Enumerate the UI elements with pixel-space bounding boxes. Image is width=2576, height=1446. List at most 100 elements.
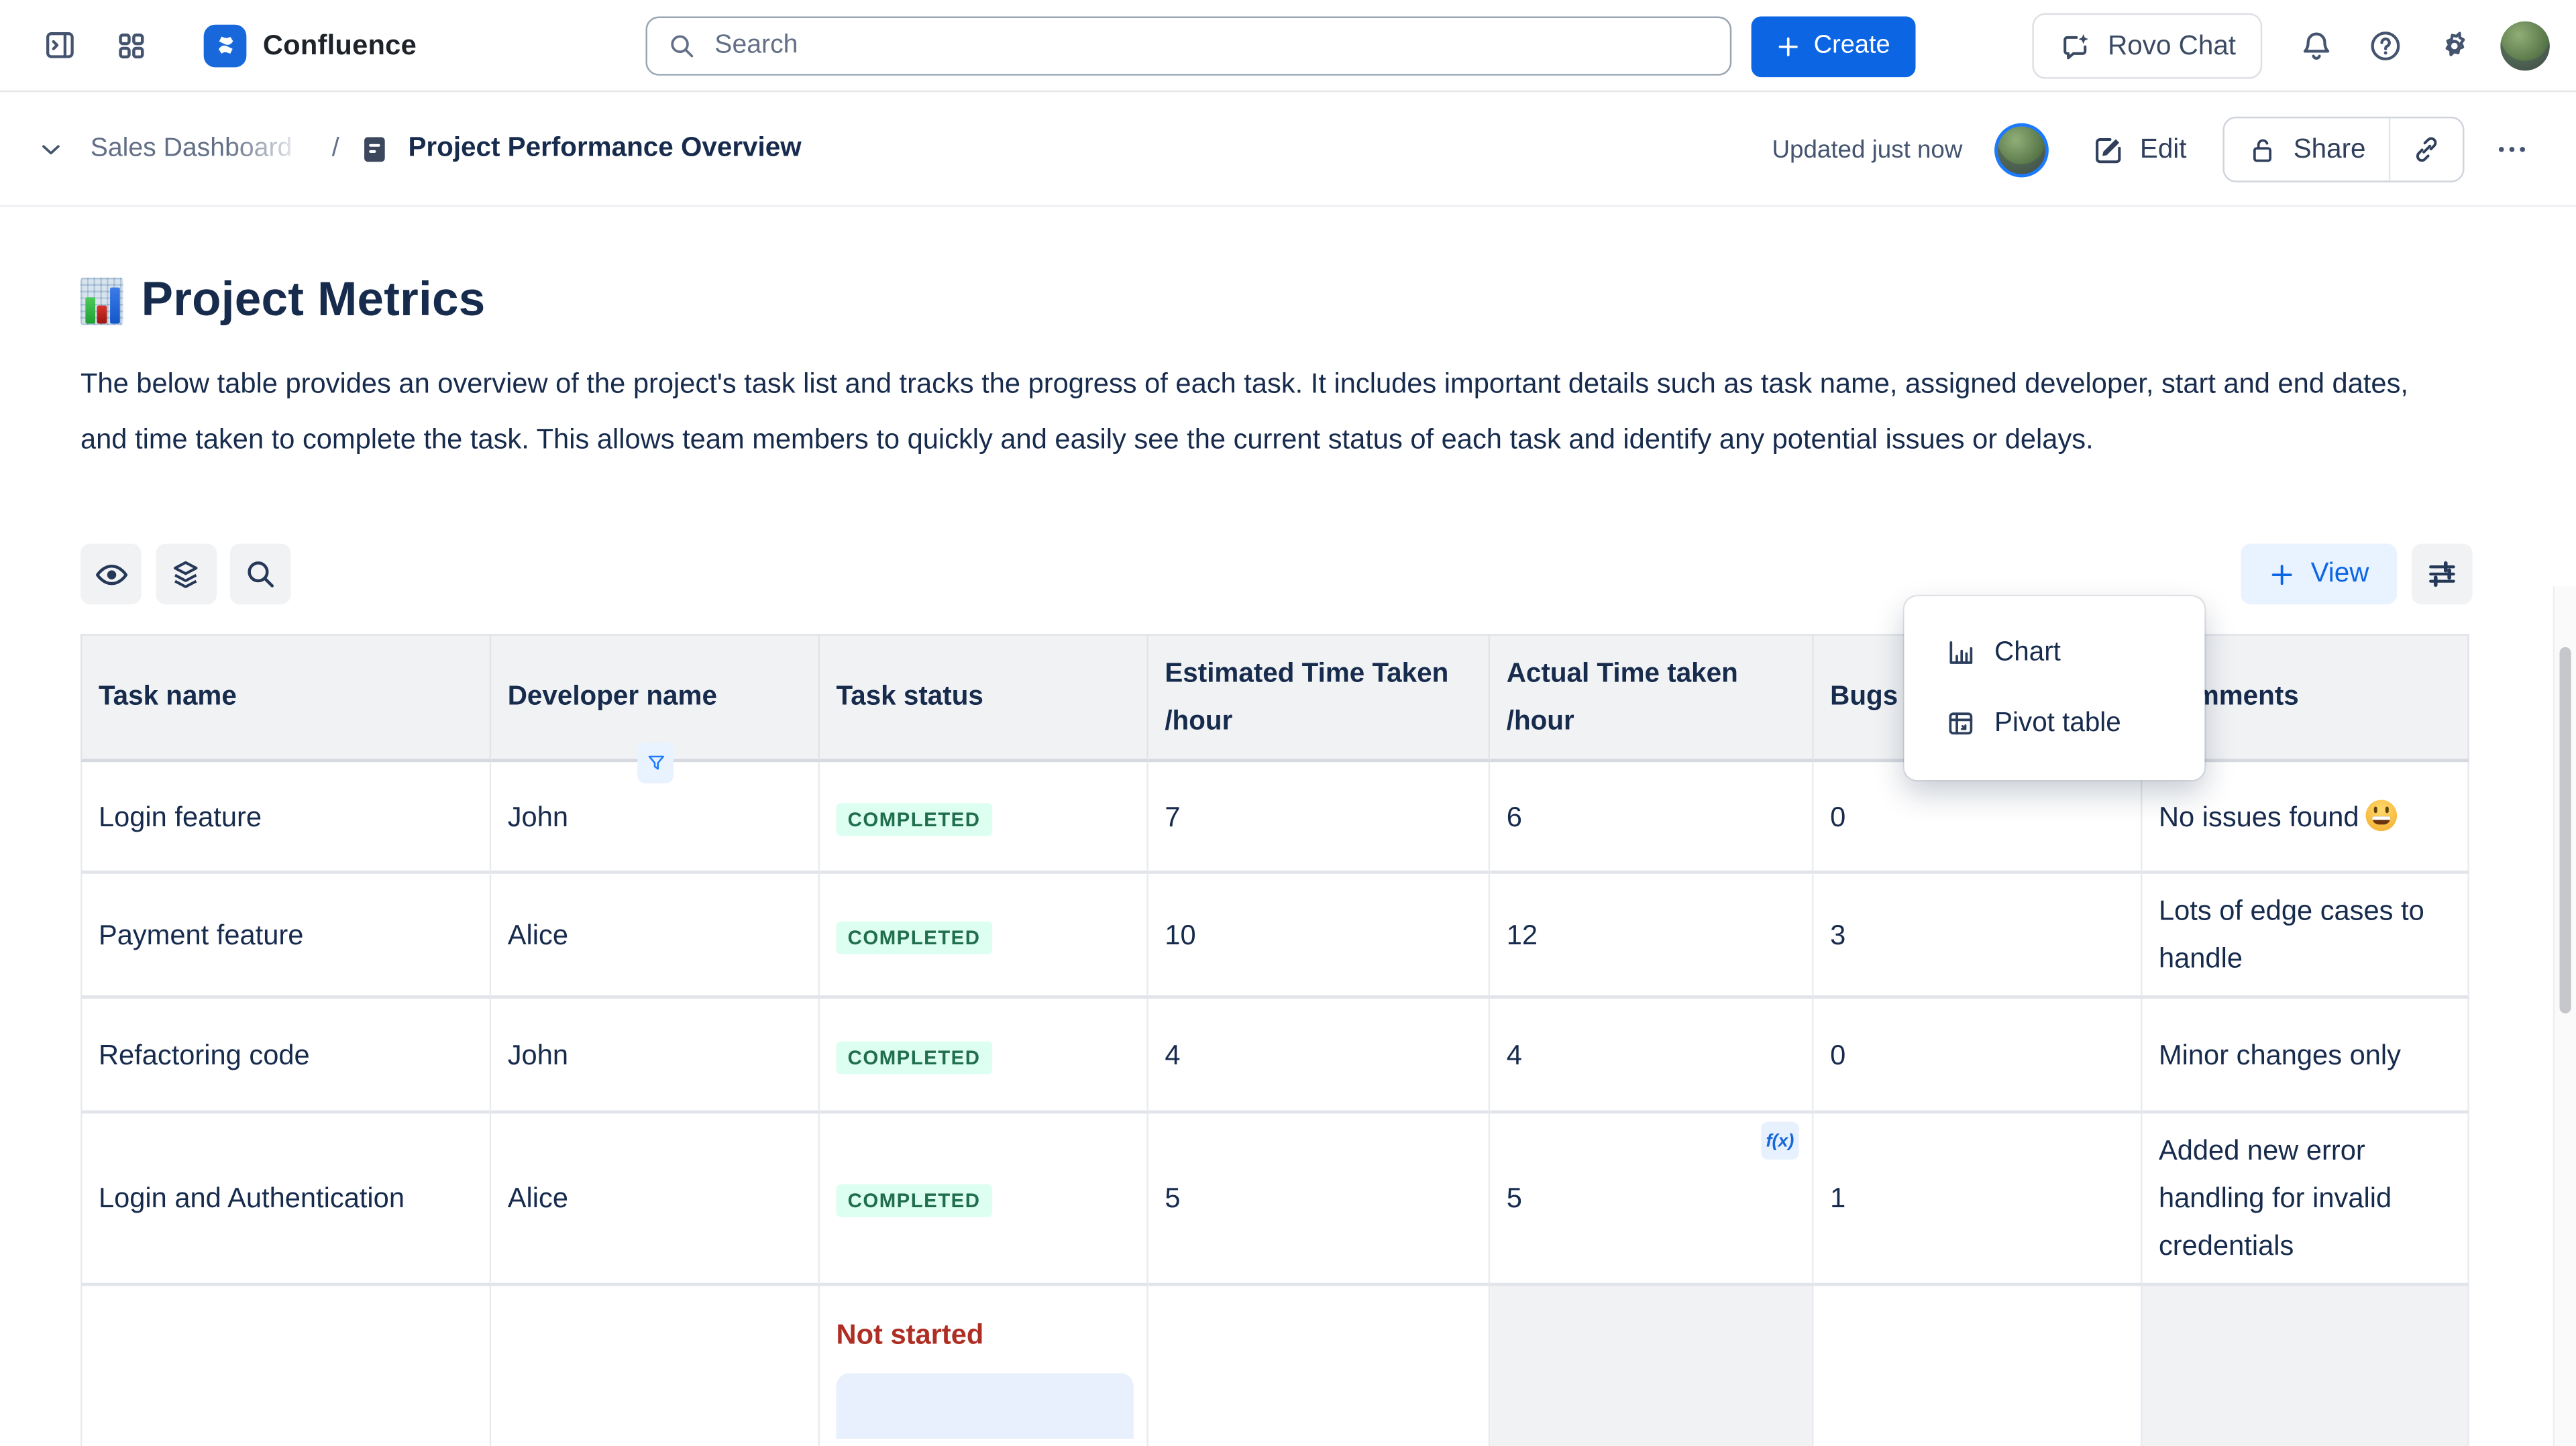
help-button[interactable]: [2357, 18, 2413, 74]
sidebar-toggle-button[interactable]: [33, 19, 85, 71]
top-navigation-bar: Confluence Create: [0, 0, 2576, 92]
page-content: Project Metrics The below table provides…: [0, 207, 2576, 467]
cell-estimated[interactable]: 5: [1148, 1113, 1490, 1286]
cell-actual[interactable]: 12: [1490, 874, 1813, 999]
search-input[interactable]: [711, 30, 1710, 62]
cell-task[interactable]: Refactoring code: [80, 999, 491, 1113]
cell-task[interactable]: Payment feature: [80, 874, 491, 999]
cell-estimated[interactable]: 7: [1148, 762, 1490, 874]
cell-comments[interactable]: Minor changes only: [2142, 999, 2469, 1113]
cell-estimated[interactable]: 4: [1148, 999, 1490, 1113]
plus-icon: [1776, 34, 1801, 58]
bar-chart-emoji: [80, 278, 123, 325]
app-name: Confluence: [263, 29, 417, 62]
link-icon: [2410, 133, 2443, 166]
status-badge[interactable]: COMPLETED: [837, 921, 992, 954]
cell-developer[interactable]: John: [491, 999, 820, 1113]
chart-icon: [1945, 637, 1977, 669]
layers-button[interactable]: [155, 544, 216, 605]
breadcrumb-separator: /: [332, 134, 339, 164]
topbar-left: Confluence: [33, 19, 417, 71]
share-button[interactable]: Share: [2224, 118, 2389, 180]
status-options-popup[interactable]: [837, 1373, 1134, 1439]
copy-link-button[interactable]: [2390, 118, 2463, 180]
cell-estimated[interactable]: [1148, 1286, 1490, 1446]
cell-task[interactable]: [80, 1286, 491, 1446]
cell-status[interactable]: COMPLETED: [820, 999, 1148, 1113]
cell-bugs[interactable]: 1: [1814, 1113, 2143, 1286]
column-header-task-status[interactable]: Task status: [820, 634, 1148, 762]
rovo-chat-icon: [2059, 29, 2093, 63]
cell-comments[interactable]: Added new error handling for invalid cre…: [2142, 1113, 2469, 1286]
formula-badge[interactable]: f(x): [1761, 1122, 1799, 1160]
menu-item-chart-label: Chart: [1994, 637, 2061, 669]
breadcrumb-page-title: Project Performance Overview: [408, 133, 801, 164]
cell-developer[interactable]: Alice: [491, 874, 820, 999]
chevron-down-icon: [36, 134, 66, 164]
plus-icon: [2268, 561, 2294, 587]
gear-icon: [2436, 28, 2473, 64]
cell-actual[interactable]: 4: [1490, 999, 1813, 1113]
confluence-logo-icon: [204, 24, 247, 67]
topbar-right: Rovo Chat: [2032, 0, 2549, 92]
cell-bugs[interactable]: 0: [1814, 999, 2143, 1113]
cell-estimated[interactable]: 10: [1148, 874, 1490, 999]
notifications-button[interactable]: [2288, 18, 2344, 74]
settings-button[interactable]: [2426, 18, 2482, 74]
table-row: Not started: [80, 1286, 2469, 1446]
menu-item-pivot-table[interactable]: Pivot table: [1904, 688, 2204, 759]
page-header-bar: Sales Dashboard / Project Performance Ov…: [0, 92, 2576, 207]
table-search-button[interactable]: [230, 544, 291, 605]
page-title-text: Project Metrics: [142, 274, 486, 329]
cell-status[interactable]: COMPLETED: [820, 762, 1148, 874]
cell-comments[interactable]: [2142, 1286, 2469, 1446]
rovo-chat-label: Rovo Chat: [2108, 30, 2236, 62]
cell-status[interactable]: COMPLETED: [820, 1113, 1148, 1286]
status-badge[interactable]: COMPLETED: [837, 802, 992, 835]
breadcrumb-space-link[interactable]: Sales Dashboard: [91, 134, 313, 164]
table-row: Refactoring code John COMPLETED 4 4 0 Mi…: [80, 999, 2469, 1113]
table-display-settings-button[interactable]: [2412, 544, 2473, 605]
cell-developer[interactable]: [491, 1286, 820, 1446]
column-header-task-name[interactable]: Task name: [80, 634, 491, 762]
create-button-label: Create: [1814, 32, 1890, 61]
cell-actual[interactable]: 6: [1490, 762, 1813, 874]
updated-status: Updated just now: [1772, 135, 1963, 164]
column-filter-button[interactable]: [637, 742, 674, 783]
confluence-logo[interactable]: Confluence: [204, 24, 417, 67]
edit-button-label: Edit: [2140, 134, 2187, 166]
share-button-label: Share: [2294, 134, 2366, 166]
global-search[interactable]: [645, 16, 1731, 75]
eye-toggle-button[interactable]: [80, 544, 142, 605]
more-actions-button[interactable]: [2487, 125, 2536, 174]
rovo-chat-button[interactable]: Rovo Chat: [2032, 13, 2262, 79]
breadcrumb-expand-button[interactable]: [30, 127, 72, 170]
status-badge[interactable]: COMPLETED: [837, 1184, 992, 1217]
app-switcher-button[interactable]: [105, 19, 158, 71]
column-header-actual-time[interactable]: Actual Time taken /hour: [1490, 634, 1813, 762]
pivot-table-icon: [1945, 708, 1977, 740]
edit-button[interactable]: Edit: [2090, 132, 2186, 166]
comment-text: No issues found: [2159, 801, 2359, 832]
eye-icon: [93, 556, 129, 592]
menu-item-pivot-table-label: Pivot table: [1994, 708, 2121, 740]
column-header-estimated-time[interactable]: Estimated Time Taken /hour: [1148, 634, 1490, 762]
cell-task[interactable]: Login feature: [80, 762, 491, 874]
cell-actual[interactable]: [1490, 1286, 1813, 1446]
cell-bugs[interactable]: [1814, 1286, 2143, 1446]
cell-developer[interactable]: Alice: [491, 1113, 820, 1286]
add-view-button[interactable]: View: [2240, 544, 2397, 605]
cell-bugs[interactable]: 3: [1814, 874, 2143, 999]
status-badge[interactable]: COMPLETED: [837, 1040, 992, 1073]
cell-status[interactable]: COMPLETED: [820, 874, 1148, 999]
create-button[interactable]: Create: [1752, 15, 1915, 76]
user-avatar[interactable]: [2500, 21, 2549, 70]
page-actions: Updated just now Edit: [1772, 92, 2537, 207]
vertical-scrollbar-thumb[interactable]: [2560, 647, 2571, 1013]
menu-item-chart[interactable]: Chart: [1904, 618, 2204, 688]
cell-comments[interactable]: Lots of edge cases to handle: [2142, 874, 2469, 999]
table-row: Login and Authentication Alice COMPLETED…: [80, 1113, 2469, 1286]
smiley-emoji: [2365, 799, 2397, 830]
contributor-avatar[interactable]: [1994, 122, 2048, 176]
cell-task[interactable]: Login and Authentication: [80, 1113, 491, 1286]
